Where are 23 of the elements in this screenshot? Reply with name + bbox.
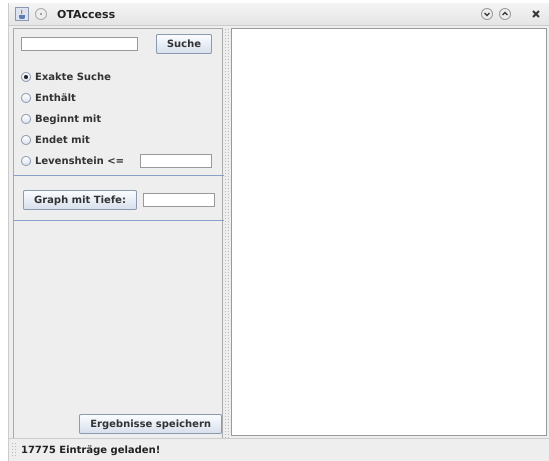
radio-button[interactable]: [21, 93, 31, 103]
radio-option[interactable]: Beginnt mit: [21, 114, 102, 124]
window-title: OTAccess: [57, 8, 116, 20]
java-cup-icon[interactable]: [15, 7, 29, 21]
save-button[interactable]: Ergebnisse speichern: [79, 414, 222, 434]
radio-option[interactable]: Exakte Suche: [21, 72, 111, 82]
minimize-icon[interactable]: [481, 8, 493, 20]
radio-button[interactable]: [21, 156, 31, 166]
graph-button[interactable]: Graph mit Tiefe:: [23, 190, 137, 210]
radio-button[interactable]: [21, 114, 31, 124]
maximize-icon[interactable]: [499, 8, 511, 20]
close-icon[interactable]: [531, 9, 541, 19]
status-text: 17775 Einträge geladen!: [21, 444, 160, 456]
search-field[interactable]: [21, 37, 138, 51]
menu-circle-icon[interactable]: [35, 8, 47, 20]
radio-button[interactable]: [21, 72, 31, 82]
radio-option[interactable]: Endet mit: [21, 134, 90, 146]
radio-option[interactable]: Enthält: [21, 92, 76, 104]
depth-field[interactable]: [143, 193, 215, 207]
search-button[interactable]: Suche: [156, 34, 212, 54]
radio-option[interactable]: Levenshtein <=: [21, 156, 124, 166]
radio-button[interactable]: [21, 135, 31, 145]
distance-field[interactable]: [140, 154, 212, 168]
